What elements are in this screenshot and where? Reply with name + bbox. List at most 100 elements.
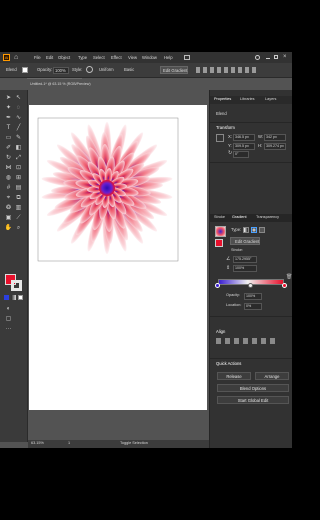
width-tool-icon[interactable]: ⋈ (4, 163, 13, 172)
close-icon[interactable]: × (283, 54, 287, 60)
eyedropper-tool-icon[interactable]: ⌖ (4, 193, 13, 202)
arrange-button[interactable]: Arrange (255, 372, 289, 380)
menu-type[interactable]: Type (78, 55, 87, 60)
pen-tool-icon[interactable]: ✒ (4, 113, 13, 122)
w-field[interactable]: 342 px (264, 133, 286, 141)
tab-gradient[interactable]: Gradient (232, 215, 247, 220)
lasso-tool-icon[interactable]: ◌ (14, 103, 23, 112)
rectangle-tool-icon[interactable]: ▭ (4, 133, 13, 142)
rotation-field[interactable]: 0° (233, 151, 249, 158)
x-field[interactable]: 346.5 px (233, 133, 255, 141)
transform-title: Transform (216, 125, 235, 130)
tab-stroke[interactable]: Stroke (214, 215, 225, 220)
style-swatch[interactable] (86, 66, 93, 73)
shape-builder-tool-icon[interactable]: ◍ (4, 173, 13, 182)
menu-bar: Ai ⌂ File Edit Object Type Select Effect… (0, 52, 292, 63)
curvature-tool-icon[interactable]: ∿ (14, 113, 23, 122)
paintbrush-tool-icon[interactable]: ✎ (14, 133, 23, 142)
edit-gradient-label: Edit Gradient (235, 238, 260, 244)
fill-stroke-mini-swatch[interactable] (215, 239, 223, 247)
edit-gradient-control-label: Edit Gradient (163, 67, 188, 73)
blend-tool-icon[interactable]: ⧉ (14, 193, 23, 202)
selection-tool-icon[interactable]: ➤ (4, 93, 13, 102)
document-tab[interactable]: Untitled-1* @ 63.15 % (RGB/Preview) (27, 78, 91, 90)
stop-opacity-label: Opacity: (226, 293, 240, 297)
zoom-tool-icon[interactable]: ⌕ (14, 223, 23, 232)
tab-libraries[interactable]: Libraries (240, 97, 255, 102)
more-tools-icon[interactable]: ··· (4, 324, 13, 333)
perspective-grid-tool-icon[interactable]: ⊞ (14, 173, 23, 182)
menu-view[interactable]: View (128, 55, 137, 60)
artboard[interactable] (29, 105, 207, 410)
y-field[interactable]: 309.5 px (233, 142, 255, 150)
align-icons[interactable] (196, 67, 266, 73)
rotate-tool-icon[interactable]: ↻ (4, 153, 13, 162)
edit-gradient-button[interactable]: Edit Gradient (230, 237, 260, 245)
artboard-number[interactable]: 1 (68, 441, 70, 446)
free-transform-tool-icon[interactable]: ⊡ (14, 163, 23, 172)
artboard-tool-icon[interactable]: ▣ (4, 213, 13, 222)
menu-object[interactable]: Object (58, 55, 70, 60)
stop-location-field[interactable]: 0% (244, 303, 262, 310)
edit-gradient-control-button[interactable]: Edit Gradient (160, 66, 188, 74)
h-field[interactable]: 309.274 px (264, 142, 286, 150)
draw-mode-icon[interactable]: ◐ (4, 304, 13, 313)
tab-transparency[interactable]: Transparency (256, 215, 279, 220)
align-icons-row[interactable] (216, 338, 286, 344)
home-icon[interactable]: ⌂ (14, 54, 18, 61)
gradient-stop-start[interactable] (215, 283, 220, 288)
type-tool-icon[interactable]: T (4, 123, 13, 132)
menu-effect[interactable]: Effect (111, 55, 122, 60)
stroke-color-swatch[interactable] (11, 280, 22, 291)
workspace-icon[interactable] (184, 55, 190, 60)
line-tool-icon[interactable]: ╱ (14, 123, 23, 132)
release-button[interactable]: Release (217, 372, 251, 380)
control-bar: Blend Opacity: 100% Style: Uniform Basic… (0, 63, 292, 78)
gradient-tool-icon[interactable]: ▤ (14, 183, 23, 192)
mesh-tool-icon[interactable]: # (4, 183, 13, 192)
gradient-preview-swatch[interactable] (215, 226, 226, 237)
color-mode-icons[interactable] (4, 295, 24, 300)
menu-help[interactable]: Help (164, 55, 173, 60)
blend-options-button[interactable]: Blend Options (217, 384, 289, 392)
arrange-label: Arrange (264, 373, 280, 379)
menu-edit[interactable]: Edit (46, 55, 53, 60)
h-value: 309.274 px (266, 143, 284, 148)
delete-stop-icon[interactable]: 🗑 (286, 275, 292, 280)
menu-window[interactable]: Window (142, 55, 157, 60)
magic-wand-tool-icon[interactable]: ✦ (4, 103, 13, 112)
tab-layers[interactable]: Layers (265, 97, 276, 102)
menu-select[interactable]: Select (93, 55, 105, 60)
menu-file[interactable]: File (34, 55, 41, 60)
status-tool-hint: Toggle Selection (120, 441, 148, 445)
symbol-sprayer-tool-icon[interactable]: ❂ (4, 203, 13, 212)
eraser-tool-icon[interactable]: ◧ (14, 143, 23, 152)
zoom-level[interactable]: 63.15% (31, 441, 44, 446)
maximize-icon[interactable] (274, 55, 278, 59)
scale-tool-icon[interactable]: ⤢ (14, 153, 23, 162)
shaper-tool-icon[interactable]: ✐ (4, 143, 13, 152)
slice-tool-icon[interactable]: ⟋ (14, 213, 23, 222)
screen-mode-icon[interactable]: ▢ (4, 314, 13, 323)
tab-properties[interactable]: Properties (214, 97, 231, 102)
reference-point-icon[interactable] (216, 134, 224, 142)
opacity-field[interactable]: 100% (53, 66, 69, 74)
direct-selection-tool-icon[interactable]: ↖ (14, 93, 23, 102)
fill-swatch[interactable] (22, 67, 28, 73)
radial-gradient-icon[interactable] (251, 227, 257, 233)
flower-artwork[interactable] (29, 105, 207, 410)
start-global-edit-button[interactable]: Start Global Edit (217, 396, 289, 404)
linear-gradient-icon[interactable] (243, 227, 249, 233)
stop-opacity-field[interactable]: 100% (244, 293, 262, 300)
search-icon[interactable] (255, 55, 260, 60)
hand-tool-icon[interactable]: ✋ (4, 223, 13, 232)
stroke-profile[interactable]: Uniform (99, 67, 114, 72)
graph-tool-icon[interactable]: ▥ (14, 203, 23, 212)
brush-definition[interactable]: Basic (124, 67, 134, 72)
minimize-icon[interactable] (266, 58, 270, 59)
gradient-midpoint[interactable] (248, 283, 253, 288)
freeform-gradient-icon[interactable] (259, 227, 265, 233)
gradient-stop-end[interactable] (282, 283, 287, 288)
aspect-ratio-field[interactable]: 100% (233, 265, 257, 272)
angle-field[interactable]: 175.2955° (233, 256, 257, 263)
